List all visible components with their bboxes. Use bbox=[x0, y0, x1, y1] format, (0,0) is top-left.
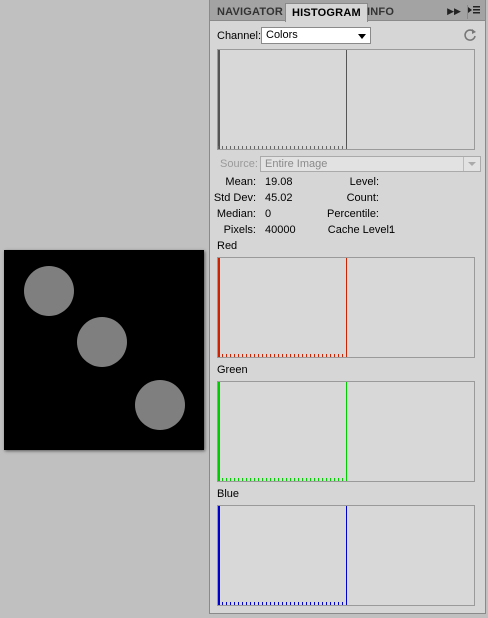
histogram-peak-line bbox=[346, 258, 347, 357]
refresh-icon[interactable] bbox=[463, 28, 477, 42]
panel-menu-icon[interactable] bbox=[467, 4, 481, 18]
document-canvas[interactable] bbox=[4, 250, 204, 450]
chevron-down-icon bbox=[463, 157, 480, 171]
histogram-spike bbox=[218, 258, 220, 357]
level-label: Level: bbox=[349, 176, 379, 188]
source-label: Source: bbox=[220, 158, 258, 170]
channel-value: Colors bbox=[266, 29, 298, 41]
cache-level-label: Cache Level: bbox=[327, 224, 392, 236]
gray-circle bbox=[24, 266, 74, 316]
mean-label: Mean: bbox=[225, 176, 256, 188]
stddev-value: 45.02 bbox=[265, 192, 293, 204]
cache-level-value: 1 bbox=[389, 224, 396, 236]
channel-dropdown[interactable]: Colors bbox=[261, 27, 371, 44]
histogram-spike bbox=[218, 382, 220, 481]
histogram-panel: NAVIGATOR HISTOGRAM INFO ▶▶ Channel: Col… bbox=[209, 0, 486, 614]
green-histogram bbox=[217, 381, 475, 482]
histogram-floor bbox=[218, 146, 343, 149]
green-channel-label: Green bbox=[217, 364, 248, 376]
count-label: Count: bbox=[346, 192, 379, 204]
tab-histogram[interactable]: HISTOGRAM bbox=[285, 3, 368, 22]
gray-circle bbox=[77, 317, 127, 367]
red-channel-label: Red bbox=[217, 240, 238, 252]
histogram-floor bbox=[218, 354, 343, 357]
chevron-down-icon bbox=[358, 34, 366, 39]
median-value: 0 bbox=[265, 208, 272, 220]
histogram-floor bbox=[218, 478, 343, 481]
channel-label: Channel: bbox=[217, 30, 262, 42]
gray-circle bbox=[135, 380, 185, 430]
histogram-peak-line bbox=[346, 50, 347, 149]
percentile-label: Percentile: bbox=[327, 208, 379, 220]
stddev-label: Std Dev: bbox=[213, 192, 256, 204]
histogram-spike bbox=[218, 506, 220, 605]
histogram-peak-line bbox=[346, 506, 347, 605]
tab-navigator[interactable]: NAVIGATOR bbox=[211, 3, 289, 21]
mean-value: 19.08 bbox=[265, 176, 293, 188]
histogram-peak-line bbox=[346, 382, 347, 481]
composite-histogram bbox=[217, 49, 475, 150]
pixels-value: 40000 bbox=[265, 224, 296, 236]
blue-histogram bbox=[217, 505, 475, 606]
source-dropdown: Entire Image bbox=[260, 156, 481, 172]
double-arrow-right-icon[interactable]: ▶▶ bbox=[447, 4, 461, 18]
pixels-label: Pixels: bbox=[223, 224, 256, 236]
blue-channel-label: Blue bbox=[217, 488, 240, 500]
tab-info[interactable]: INFO bbox=[361, 3, 400, 21]
red-histogram bbox=[217, 257, 475, 358]
median-label: Median: bbox=[216, 208, 256, 220]
panel-tab-bar: NAVIGATOR HISTOGRAM INFO ▶▶ bbox=[210, 0, 485, 22]
histogram-floor bbox=[218, 602, 343, 605]
histogram-spike bbox=[218, 50, 220, 149]
source-value: Entire Image bbox=[265, 158, 328, 170]
